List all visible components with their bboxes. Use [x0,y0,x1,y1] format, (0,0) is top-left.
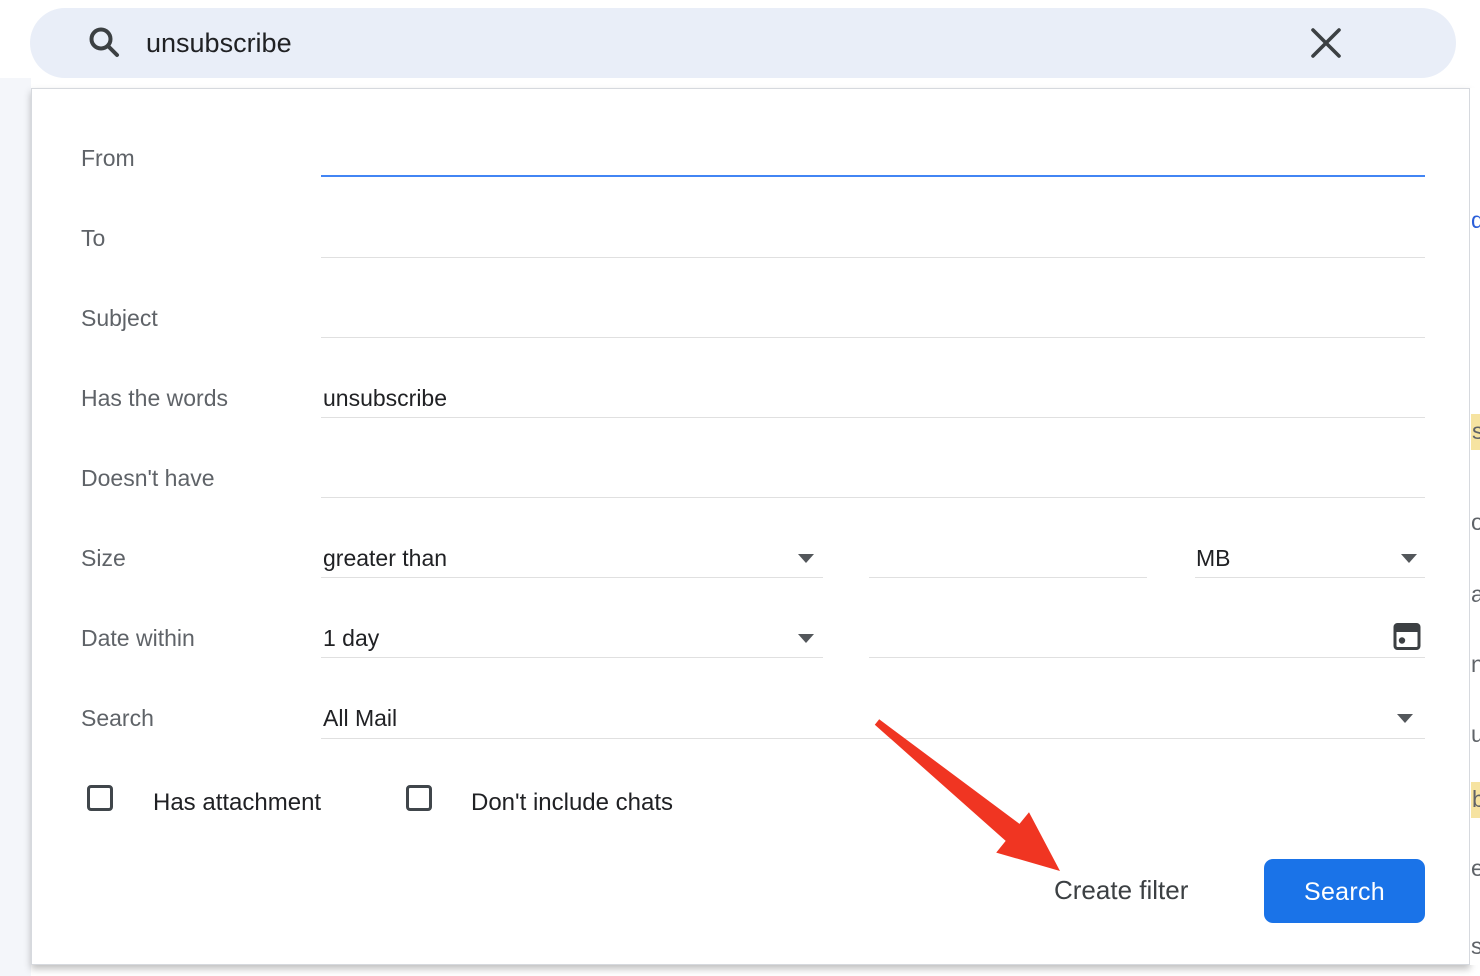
subject-input[interactable] [323,293,1423,339]
has-words-label: Has the words [81,385,228,412]
search-icon[interactable] [86,25,122,61]
background-text-fragment: o [1471,508,1480,536]
from-underline [321,175,1425,177]
size-comparator-underline [321,577,823,578]
size-amount-input[interactable] [871,533,1145,579]
size-comparator-dropdown[interactable]: greater than [323,545,447,572]
background-text-fragment: u [1471,720,1480,748]
date-input[interactable] [871,613,1371,659]
size-unit-underline [1195,577,1425,578]
background-text-fragment: s [1471,414,1480,450]
has-attachment-checkbox[interactable] [87,785,113,811]
background-text-fragment: s [1471,932,1480,960]
size-unit-dropdown[interactable]: MB [1196,545,1231,572]
search-button[interactable]: Search [1264,859,1425,923]
date-range-underline [321,657,823,658]
to-label: To [81,225,105,252]
search-input[interactable]: unsubscribe [146,8,292,78]
has-words-input[interactable]: unsubscribe [323,385,1423,431]
size-label: Size [81,545,126,572]
subject-label: Subject [81,305,158,332]
dropdown-arrow-icon[interactable] [1401,554,1417,563]
calendar-icon[interactable] [1393,621,1421,651]
to-underline [321,257,1425,258]
to-input[interactable] [323,213,1423,259]
doesnt-have-underline [321,497,1425,498]
doesnt-have-label: Doesn't have [81,465,215,492]
search-filter-dialog: From To Subject Has the words unsubscrib… [31,88,1470,965]
background-text-fragment: n [1471,650,1480,678]
close-icon[interactable] [1308,25,1344,61]
from-label: From [81,145,135,172]
background-text-fragment: a [1471,580,1480,608]
background-text-fragment: e [1471,854,1480,882]
dont-include-chats-checkbox[interactable] [406,785,432,811]
from-input[interactable] [323,133,1423,179]
subject-underline [321,337,1425,338]
date-within-label: Date within [81,625,195,652]
doesnt-have-input[interactable] [323,453,1423,499]
background-text-fragment: d [1471,206,1480,234]
search-in-underline [321,738,1425,739]
search-in-label: Search [81,705,154,732]
dont-include-chats-label[interactable]: Don't include chats [471,789,673,817]
date-underline [869,657,1425,658]
size-amount-underline [869,577,1147,578]
gmail-search-bar[interactable]: unsubscribe [30,8,1456,78]
page-background-strip [0,78,31,976]
has-attachment-label[interactable]: Has attachment [153,789,321,817]
dropdown-arrow-icon[interactable] [798,634,814,643]
create-filter-button[interactable]: Create filter [1054,875,1188,906]
date-range-dropdown[interactable]: 1 day [323,625,379,652]
dropdown-arrow-icon[interactable] [798,554,814,563]
dropdown-arrow-icon[interactable] [1397,714,1413,723]
edge-fragments: d s o a n u b e s [1470,88,1480,965]
background-text-fragment: b [1471,782,1480,818]
search-in-dropdown[interactable]: All Mail [323,705,397,732]
has-words-underline [321,417,1425,418]
